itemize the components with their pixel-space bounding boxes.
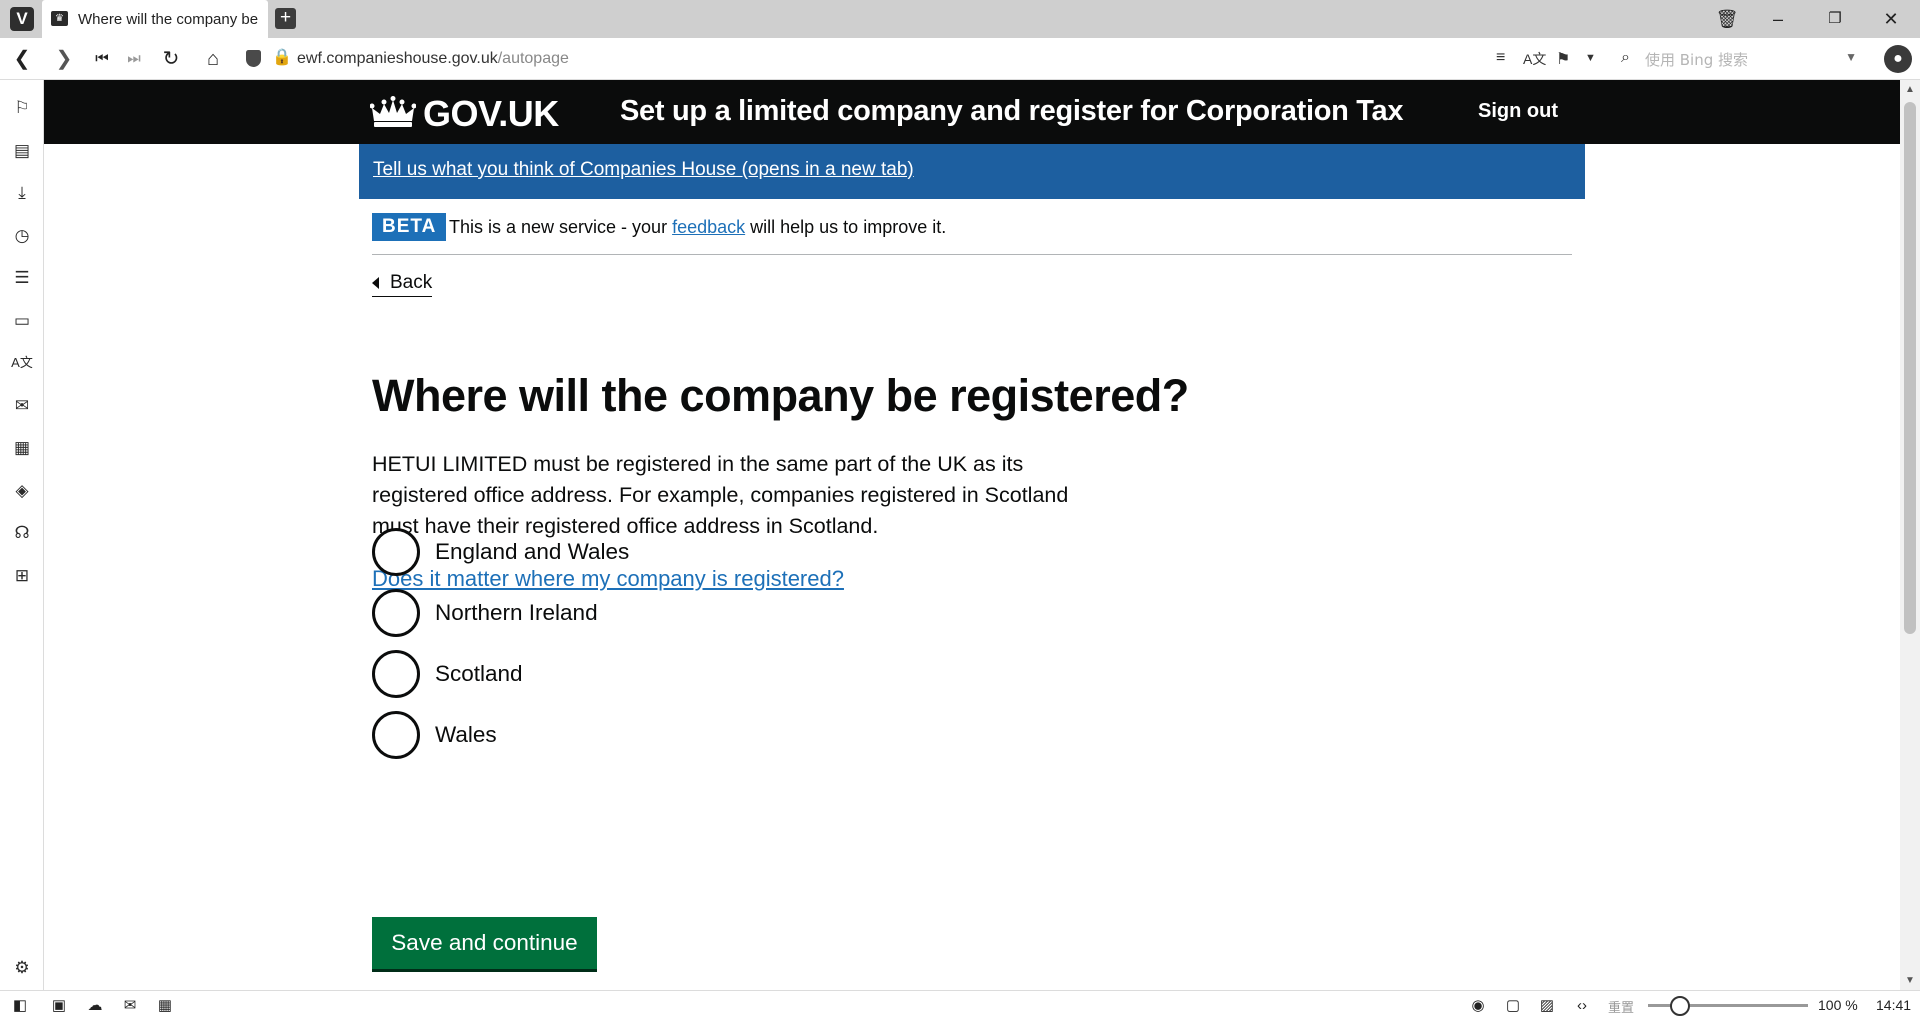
downloads-icon[interactable]: ⤓ bbox=[8, 179, 36, 207]
forward-icon[interactable]: ❯ bbox=[50, 47, 78, 71]
rewind-icon[interactable]: ⏮ bbox=[88, 47, 116, 71]
calendar-status-icon[interactable]: ▦ bbox=[153, 995, 177, 1017]
tab-title: Where will the company be registered? bbox=[78, 11, 258, 28]
contacts-icon[interactable]: ☊ bbox=[8, 519, 36, 547]
scrollbar-thumb[interactable] bbox=[1904, 102, 1916, 634]
reading-list-icon[interactable]: ▤ bbox=[8, 137, 36, 165]
scroll-up-icon[interactable]: ▲ bbox=[1905, 84, 1915, 95]
page-tiling-icon[interactable]: ▢ bbox=[1501, 995, 1525, 1017]
panel-toggle-icon[interactable]: ◧ bbox=[8, 995, 32, 1017]
bookmarks-panel-icon[interactable]: ⚐ bbox=[8, 94, 36, 122]
sync-cloud-icon[interactable]: ☁ bbox=[83, 995, 107, 1017]
govuk-header: GOV.UK Set up a limited company and regi… bbox=[44, 80, 1900, 144]
beta-text-after: will help us to improve it. bbox=[745, 217, 947, 237]
radio-label[interactable]: Northern Ireland bbox=[435, 600, 598, 626]
page-title: Where will the company be registered? bbox=[372, 370, 1189, 421]
phase-banner: BETA This is a new service - your feedba… bbox=[372, 213, 1572, 255]
mail-icon[interactable]: ✉ bbox=[8, 392, 36, 420]
intro-line: registered office address. For example, … bbox=[372, 483, 1069, 507]
sign-out-link[interactable]: Sign out bbox=[1478, 100, 1558, 123]
feedback-link[interactable]: feedback bbox=[672, 217, 745, 237]
screenshot-camera-icon[interactable]: ◉ bbox=[1466, 995, 1490, 1017]
search-box: ⌕ ▼ bbox=[1614, 43, 1864, 75]
radio-label[interactable]: Wales bbox=[435, 722, 497, 748]
window-panel-icon[interactable]: ▭ bbox=[8, 307, 36, 335]
url-domain: ewf.companieshouse.gov.uk bbox=[297, 50, 498, 67]
reader-view-icon[interactable]: ≡ bbox=[1496, 49, 1505, 67]
clock: 14:41 bbox=[1876, 997, 1912, 1013]
chevron-down-icon[interactable]: ▼ bbox=[1585, 52, 1596, 64]
browser-tab[interactable]: ♛ Where will the company be registered? bbox=[42, 0, 268, 38]
page-scrollbar[interactable]: ▲ ▼ bbox=[1900, 80, 1920, 990]
radio-label[interactable]: Scotland bbox=[435, 661, 523, 687]
feedback-banner: Tell us what you think of Companies Hous… bbox=[359, 144, 1585, 199]
radio-button[interactable] bbox=[372, 711, 420, 759]
crown-icon: ♛ bbox=[51, 11, 68, 26]
beta-text: This is a new service - your feedback wi… bbox=[449, 217, 946, 238]
profile-avatar[interactable]: ● bbox=[1884, 45, 1912, 73]
bookmark-icon[interactable]: ⚑ bbox=[1556, 49, 1570, 69]
radio-northern-ireland[interactable]: Northern Ireland bbox=[372, 589, 772, 639]
back-link-label: Back bbox=[390, 272, 433, 293]
search-engine-dropdown-icon[interactable]: ▼ bbox=[1845, 50, 1857, 64]
radio-wales[interactable]: Wales bbox=[372, 711, 772, 761]
back-arrow-icon bbox=[372, 277, 379, 289]
beta-tag: BETA bbox=[372, 213, 447, 241]
intro-line: HETUI LIMITED must be registered in the … bbox=[372, 452, 1024, 476]
lock-icon[interactable]: 🔒 bbox=[272, 47, 292, 67]
settings-gear-icon[interactable]: ⚙ bbox=[8, 954, 36, 982]
close-icon[interactable]: ✕ bbox=[1876, 6, 1906, 32]
vivaldi-logo[interactable]: V bbox=[10, 7, 34, 31]
restore-icon[interactable]: ❐ bbox=[1820, 6, 1850, 32]
radio-button[interactable] bbox=[372, 650, 420, 698]
crown-logo-icon bbox=[370, 96, 416, 127]
page-actions-icon[interactable]: ‹› bbox=[1570, 995, 1594, 1017]
home-icon[interactable]: ⌂ bbox=[199, 47, 227, 71]
feedback-survey-link[interactable]: Tell us what you think of Companies Hous… bbox=[373, 159, 914, 181]
feeds-icon[interactable]: ◈ bbox=[8, 477, 36, 505]
address-bar: ❮ ❯ ⏮ ⏭ ↻ ⌂ 🔒 ewf.companieshouse.gov.uk/… bbox=[0, 38, 1920, 80]
zoom-reset-label[interactable]: 重置 bbox=[1608, 997, 1634, 1016]
notes-icon[interactable]: ☰ bbox=[8, 264, 36, 292]
scroll-down-icon[interactable]: ▼ bbox=[1905, 975, 1915, 986]
trash-icon[interactable]: 🗑 bbox=[1712, 6, 1742, 32]
mail-status-icon[interactable]: ✉ bbox=[118, 995, 142, 1017]
calendar-icon[interactable]: ▦ bbox=[8, 434, 36, 462]
history-icon[interactable]: ◷ bbox=[8, 222, 36, 250]
tab-strip: V ♛ Where will the company be registered… bbox=[0, 0, 1920, 38]
radio-scotland[interactable]: Scotland bbox=[372, 650, 772, 700]
url-field[interactable]: ewf.companieshouse.gov.uk/autopage bbox=[297, 50, 569, 68]
govuk-logo-text[interactable]: GOV.UK bbox=[423, 93, 559, 135]
url-path: /autopage bbox=[497, 50, 569, 67]
status-bar: ◧ ▣ ☁ ✉ ▦ ◉ ▢ ▨ ‹› 重置 100 % 14:41 bbox=[0, 990, 1920, 1020]
image-toggle-icon[interactable]: ▨ bbox=[1535, 995, 1559, 1017]
search-input[interactable] bbox=[1645, 47, 1845, 73]
back-link[interactable]: Back bbox=[372, 272, 433, 297]
fast-forward-icon[interactable]: ⏭ bbox=[120, 47, 148, 71]
save-and-continue-button[interactable]: Save and continue bbox=[372, 917, 597, 969]
back-icon[interactable]: ❮ bbox=[8, 47, 36, 71]
zoom-value: 100 % bbox=[1818, 997, 1858, 1013]
translate-panel-icon[interactable]: A文 bbox=[8, 349, 36, 377]
translate-icon[interactable]: A文 bbox=[1523, 49, 1546, 69]
shield-icon[interactable] bbox=[246, 50, 261, 67]
side-panel: ⚐ ▤ ⤓ ◷ ☰ ▭ A文 ✉ ▦ ◈ ☊ ⊞ ⚙ bbox=[0, 80, 44, 990]
page-viewport: GOV.UK Set up a limited company and regi… bbox=[44, 80, 1900, 990]
add-panel-icon[interactable]: ⊞ bbox=[8, 562, 36, 590]
tab-tiling-icon[interactable]: ▣ bbox=[47, 995, 71, 1017]
beta-text-before: This is a new service - your bbox=[449, 217, 673, 237]
radio-button[interactable] bbox=[372, 528, 420, 576]
radio-button[interactable] bbox=[372, 589, 420, 637]
search-icon[interactable]: ⌕ bbox=[1621, 49, 1630, 67]
service-name[interactable]: Set up a limited company and register fo… bbox=[620, 95, 1404, 128]
radio-label[interactable]: England and Wales bbox=[435, 539, 629, 565]
zoom-slider-knob[interactable] bbox=[1670, 996, 1690, 1016]
reload-icon[interactable]: ↻ bbox=[157, 47, 185, 71]
new-tab-button[interactable]: + bbox=[275, 8, 296, 29]
minimize-icon[interactable]: – bbox=[1763, 6, 1793, 32]
radio-england-and-wales[interactable]: England and Wales bbox=[372, 528, 772, 578]
